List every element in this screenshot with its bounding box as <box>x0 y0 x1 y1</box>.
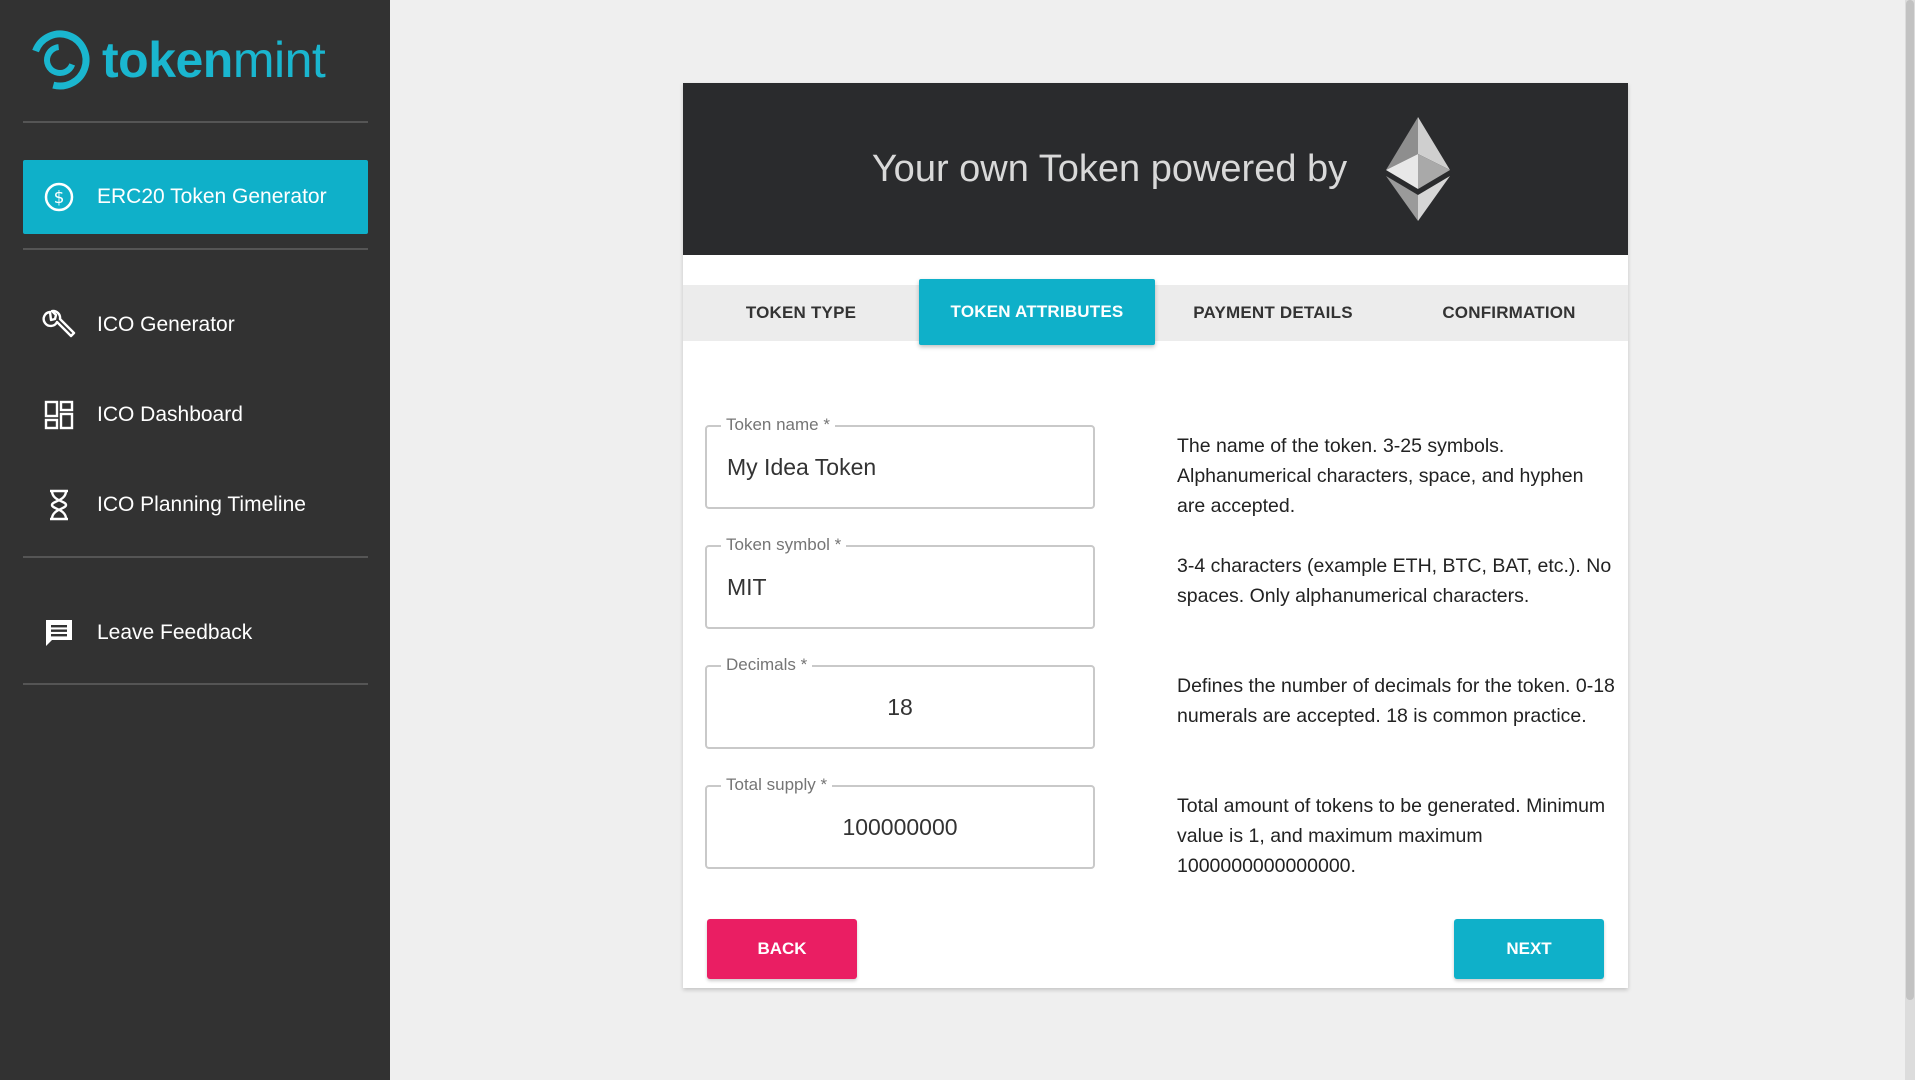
brand-name-bold: token <box>102 32 233 88</box>
sidebar-item-label: ICO Dashboard <box>97 403 243 426</box>
page-scrollbar-thumb[interactable] <box>1906 0 1914 1000</box>
token-name-field: Token name * <box>705 415 1095 509</box>
sidebar-divider <box>23 683 368 685</box>
sidebar-item-label: ERC20 Token Generator <box>97 185 327 208</box>
token-symbol-help: 3-4 characters (example ETH, BTC, BAT, e… <box>1177 555 1612 607</box>
hourglass-icon <box>41 487 77 523</box>
page-scrollbar[interactable] <box>1905 0 1915 1080</box>
decimals-input[interactable] <box>707 667 1093 747</box>
sidebar: tokenmint $ ERC20 Token Generator ICO Ge… <box>0 0 390 1080</box>
hero-banner: Your own Token powered by <box>683 83 1628 255</box>
sidebar-divider <box>23 556 368 558</box>
tab-token-attributes[interactable]: TOKEN ATTRIBUTES <box>919 279 1155 345</box>
tab-payment-details[interactable]: PAYMENT DETAILS <box>1155 285 1391 341</box>
token-symbol-input[interactable] <box>707 547 1093 627</box>
sidebar-item-ico-planning-timeline[interactable]: ICO Planning Timeline <box>23 468 368 542</box>
sidebar-item-label: ICO Planning Timeline <box>97 493 306 516</box>
dollar-circle-icon: $ <box>41 179 77 215</box>
decimals-field: Decimals * <box>705 655 1095 749</box>
token-wizard-card: Your own Token powered by TOKEN TYPE TOK… <box>683 83 1628 988</box>
tab-confirmation[interactable]: CONFIRMATION <box>1391 285 1627 341</box>
sidebar-item-ico-dashboard[interactable]: ICO Dashboard <box>23 378 368 452</box>
token-name-help: The name of the token. 3-25 symbols. Alp… <box>1177 435 1584 517</box>
hero-title: Your own Token powered by <box>871 147 1348 190</box>
decimals-help: Defines the number of decimals for the t… <box>1177 675 1615 727</box>
tab-token-type[interactable]: TOKEN TYPE <box>683 285 919 341</box>
svg-text:$: $ <box>54 188 65 208</box>
token-name-input[interactable] <box>707 427 1093 507</box>
sidebar-item-label: Leave Feedback <box>97 621 253 644</box>
brand-name-thin: mint <box>232 32 326 88</box>
token-symbol-field: Token symbol * <box>705 535 1095 629</box>
sidebar-item-erc20-token-generator[interactable]: $ ERC20 Token Generator <box>23 160 368 234</box>
brand-name: tokenmint <box>102 31 326 89</box>
sidebar-divider <box>23 248 368 250</box>
sidebar-item-leave-feedback[interactable]: Leave Feedback <box>23 596 368 670</box>
total-supply-input[interactable] <box>707 787 1093 867</box>
next-button[interactable]: NEXT <box>1454 919 1604 979</box>
feedback-icon <box>41 615 77 651</box>
brand-logo[interactable]: tokenmint <box>28 28 326 92</box>
sidebar-divider <box>23 121 368 123</box>
total-supply-help: Total amount of tokens to be generated. … <box>1177 795 1606 877</box>
sidebar-item-label: ICO Generator <box>97 313 235 336</box>
ethereum-icon <box>1386 117 1451 221</box>
tokenmint-logo-icon <box>30 30 90 90</box>
total-supply-field: Total supply * <box>705 775 1095 869</box>
dashboard-icon <box>41 397 77 433</box>
wrench-icon <box>41 307 77 343</box>
wizard-stepper: TOKEN TYPE TOKEN ATTRIBUTES PAYMENT DETA… <box>683 279 1628 345</box>
back-button[interactable]: BACK <box>707 919 857 979</box>
sidebar-item-ico-generator[interactable]: ICO Generator <box>23 288 368 362</box>
